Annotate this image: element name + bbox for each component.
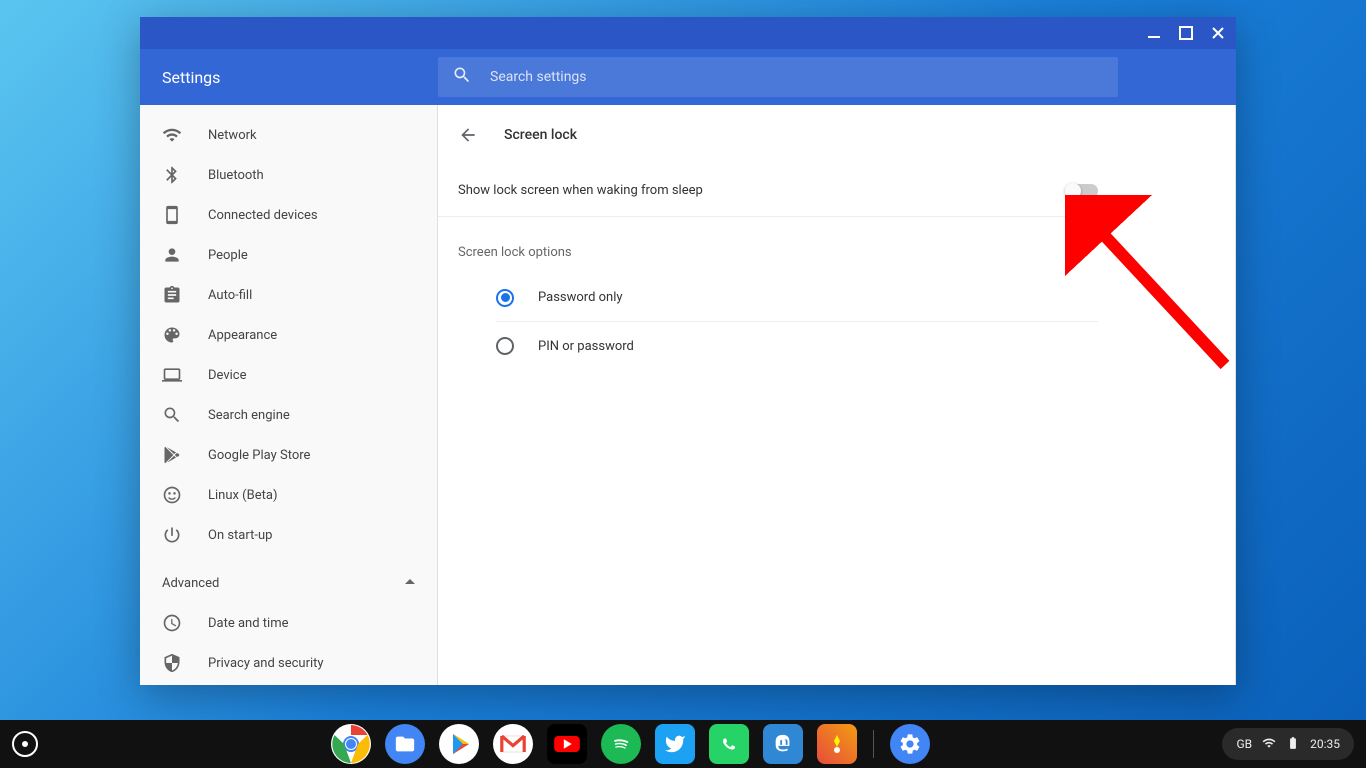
status-lang: GB [1236,737,1252,751]
close-button[interactable] [1208,23,1228,43]
settings-window: Settings Network Bluetooth Connected dev… [140,17,1236,685]
sidebar-item-startup[interactable]: On start-up [140,515,437,555]
laptop-icon [162,365,182,385]
lock-screen-toggle[interactable] [1066,184,1098,198]
app-gmail[interactable] [493,724,533,764]
sidebar-item-connected-devices[interactable]: Connected devices [140,195,437,235]
search-icon [452,65,472,89]
clock-icon [162,613,182,633]
status-time: 20:35 [1310,737,1340,751]
sidebar-item-label: Auto-fill [208,288,252,303]
search-box[interactable] [438,57,1118,97]
sidebar-item-label: Date and time [208,616,289,631]
devices-icon [162,205,182,225]
lock-screen-toggle-row: Show lock screen when waking from sleep [438,165,1118,217]
shield-icon [162,653,182,673]
sidebar-item-autofill[interactable]: Auto-fill [140,275,437,315]
header: Settings [140,49,1236,105]
person-icon [162,245,182,265]
sidebar-item-label: Appearance [208,328,277,343]
status-tray[interactable]: GB 20:35 [1222,728,1354,760]
wifi-icon [1262,736,1276,753]
option-pin-password[interactable]: PIN or password [496,322,1098,370]
sidebar-item-label: People [208,248,248,263]
sidebar-item-label: Search engine [208,408,290,423]
app-files[interactable] [385,724,425,764]
app-title: Settings [162,68,438,87]
sidebar-item-label: Connected devices [208,208,318,223]
sidebar-item-label: Network [208,128,257,143]
app-game[interactable] [817,724,857,764]
shelf-apps [331,724,930,764]
sidebar-item-label: Device [208,368,247,383]
section-label: Screen lock options [438,217,1118,274]
sidebar-item-search-engine[interactable]: Search engine [140,395,437,435]
shelf-divider [873,730,874,758]
app-twitter[interactable] [655,724,695,764]
search-input[interactable] [490,69,1104,85]
linux-icon [162,485,182,505]
sidebar-item-label: Google Play Store [208,448,310,463]
sidebar-item-label: Linux (Beta) [208,488,277,503]
bluetooth-icon [162,165,182,185]
sidebar-item-label: Bluetooth [208,168,264,183]
sidebar-item-label: Privacy and security [208,656,324,671]
sidebar-item-linux[interactable]: Linux (Beta) [140,475,437,515]
wifi-icon [162,125,182,145]
shelf: GB 20:35 [0,720,1366,768]
option-label: PIN or password [538,339,634,354]
app-spotify[interactable] [601,724,641,764]
back-button[interactable] [456,123,480,147]
radio-icon [496,337,514,355]
battery-icon [1286,736,1300,753]
app-youtube[interactable] [547,724,587,764]
option-password-only[interactable]: Password only [496,274,1098,322]
chevron-up-icon [405,576,415,591]
app-settings[interactable] [890,724,930,764]
page-title: Screen lock [504,127,577,143]
sidebar-item-privacy[interactable]: Privacy and security [140,643,437,683]
app-whatsapp[interactable] [709,724,749,764]
minimize-button[interactable] [1144,23,1164,43]
launcher-button[interactable] [12,731,38,757]
sidebar-item-bluetooth[interactable]: Bluetooth [140,155,437,195]
play-store-icon [162,445,182,465]
toggle-label: Show lock screen when waking from sleep [458,183,703,198]
advanced-label: Advanced [162,576,219,591]
app-play-store[interactable] [439,724,479,764]
lock-options-group: Password only PIN or password [438,274,1118,370]
app-mastodon[interactable] [763,724,803,764]
sidebar-item-label: On start-up [208,528,272,543]
titlebar [140,17,1236,49]
sidebar: Network Bluetooth Connected devices Peop… [140,105,438,685]
sidebar-item-appearance[interactable]: Appearance [140,315,437,355]
sidebar-item-play-store[interactable]: Google Play Store [140,435,437,475]
content: Screen lock Show lock screen when waking… [438,105,1236,685]
palette-icon [162,325,182,345]
sidebar-advanced-toggle[interactable]: Advanced [140,563,437,603]
page-header: Screen lock [438,105,1118,165]
radio-icon [496,289,514,307]
sidebar-item-people[interactable]: People [140,235,437,275]
sidebar-item-network[interactable]: Network [140,115,437,155]
maximize-button[interactable] [1176,23,1196,43]
sidebar-item-date-time[interactable]: Date and time [140,603,437,643]
power-icon [162,525,182,545]
clipboard-icon [162,285,182,305]
search-icon [162,405,182,425]
sidebar-item-device[interactable]: Device [140,355,437,395]
app-chrome[interactable] [331,724,371,764]
option-label: Password only [538,290,623,305]
